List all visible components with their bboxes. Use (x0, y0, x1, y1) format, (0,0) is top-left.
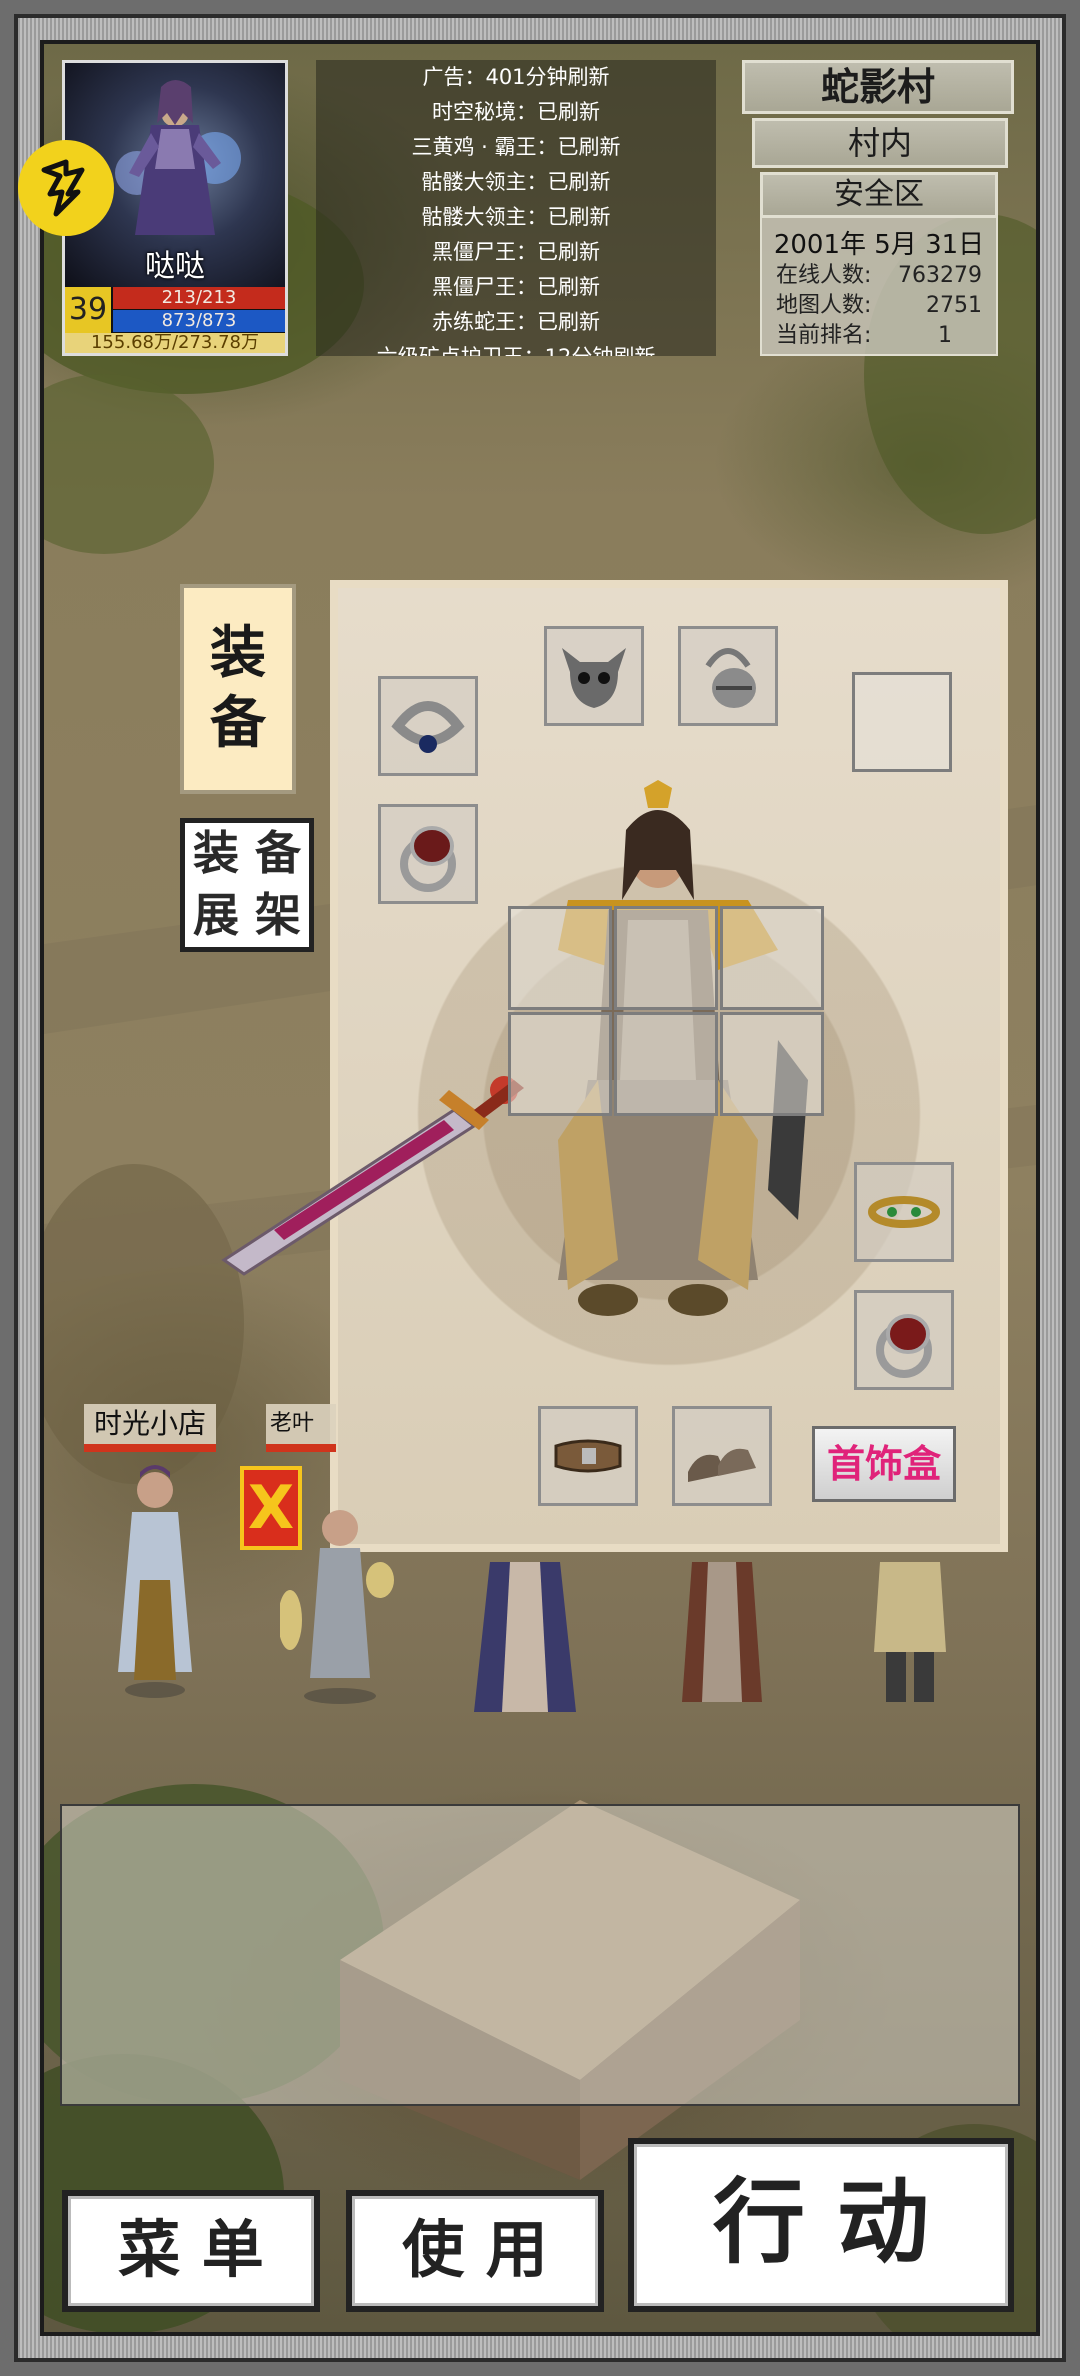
server-info: 2001年 5月 31日 在线人数: 763279 地图人数: 2751 当前排名:… (760, 216, 998, 356)
list-item: 三黄鸡 · 霸王：已刷新 (411, 135, 621, 159)
bracelet-icon (391, 701, 465, 753)
npc-shopkeeper[interactable] (110, 1460, 200, 1710)
list-item: 广告：401分钟刷新 (422, 65, 610, 89)
slot-belt[interactable] (538, 1406, 638, 1506)
npc-label-elder[interactable]: 老叶头 (266, 1404, 336, 1452)
list-item: 六级矿点护卫王：12分钟刷新 (316, 340, 716, 356)
npc-elder[interactable] (280, 1500, 400, 1710)
list-item: 骷髅大领主：已刷新 (421, 170, 611, 194)
list-item: 时空秘境：已刷新 (432, 100, 600, 124)
list-item: 黑僵尸王：已刷新 (432, 240, 600, 264)
rank-row: 当前排名: 1 (762, 321, 996, 351)
mp-bar: 873/873 (113, 310, 285, 332)
slot-empty[interactable] (852, 672, 952, 772)
map-name: 蛇影村 (742, 60, 1014, 114)
red-ring-icon (876, 1314, 932, 1378)
player-level: 39 (65, 287, 111, 333)
boots-icon (688, 1448, 756, 1482)
action-button[interactable]: 行 动 (628, 2138, 1014, 2312)
list-item: 赤练蛇王：已刷新 (432, 310, 600, 334)
player-name: 哒哒 (145, 249, 205, 284)
zone-status: 安全区 (760, 172, 998, 218)
slot-ring-right[interactable] (854, 1290, 954, 1390)
slot-helmet[interactable] (544, 626, 644, 726)
ring-icon (400, 826, 456, 892)
tab-equipment[interactable]: 装 备 (180, 584, 296, 794)
belt-icon (554, 1439, 622, 1473)
game-date: 2001年 5月 31日 (773, 230, 985, 260)
sword-icon (221, 1076, 524, 1276)
slot-weapon-grid-3[interactable] (720, 906, 824, 1010)
list-item: 骷髅大领主：已刷新 (421, 205, 611, 229)
rank-value: 1 (938, 323, 952, 348)
equipment-showcase-button[interactable]: 装备 展架 (180, 818, 314, 952)
jewelry-box-button[interactable]: 首饰盒 (812, 1426, 956, 1502)
amulet-icon (705, 648, 756, 708)
slot-weapon-grid-4[interactable] (508, 1012, 612, 1116)
message-box (60, 1804, 1020, 2106)
npc-villager-2[interactable] (672, 1552, 772, 1722)
npc-villager-3[interactable] (860, 1552, 960, 1722)
area-name: 村内 (752, 118, 1008, 168)
slot-weapon-grid-6[interactable] (720, 1012, 824, 1116)
use-button[interactable]: 使 用 (346, 2190, 604, 2312)
helmet-icon (562, 648, 626, 708)
slot-weapon-grid-5[interactable] (614, 1012, 718, 1116)
slot-amulet[interactable] (678, 626, 778, 726)
online-count-row: 在线人数: 763279 (762, 261, 996, 291)
lightning-icon[interactable] (18, 140, 114, 236)
map-count-row: 地图人数: 2751 (762, 291, 996, 321)
slot-weapon-grid-1[interactable] (508, 906, 612, 1010)
hp-bar: 213/213 (113, 287, 285, 309)
map-count: 2751 (926, 293, 982, 318)
slot-bracelet-right[interactable] (854, 1162, 954, 1262)
slot-boots[interactable] (672, 1406, 772, 1506)
list-item: 黑僵尸王：已刷新 (432, 275, 600, 299)
slot-weapon-grid-2[interactable] (614, 906, 718, 1010)
slot-ring-left[interactable] (378, 804, 478, 904)
npc-label-shop[interactable]: 时光小店 (84, 1404, 217, 1452)
npc-villager-1[interactable] (470, 1552, 580, 1722)
exp-bar: 155.68万/273.78万 (65, 333, 285, 353)
boss-refresh-list: 广告：401分钟刷新 时空秘境：已刷新 三黄鸡 · 霸王：已刷新 骷髅大领主：已… (316, 60, 716, 356)
online-count: 763279 (898, 263, 982, 288)
green-bracelet-icon (868, 1196, 940, 1228)
slot-bracelet[interactable] (378, 676, 478, 776)
menu-button[interactable]: 菜 单 (62, 2190, 320, 2312)
